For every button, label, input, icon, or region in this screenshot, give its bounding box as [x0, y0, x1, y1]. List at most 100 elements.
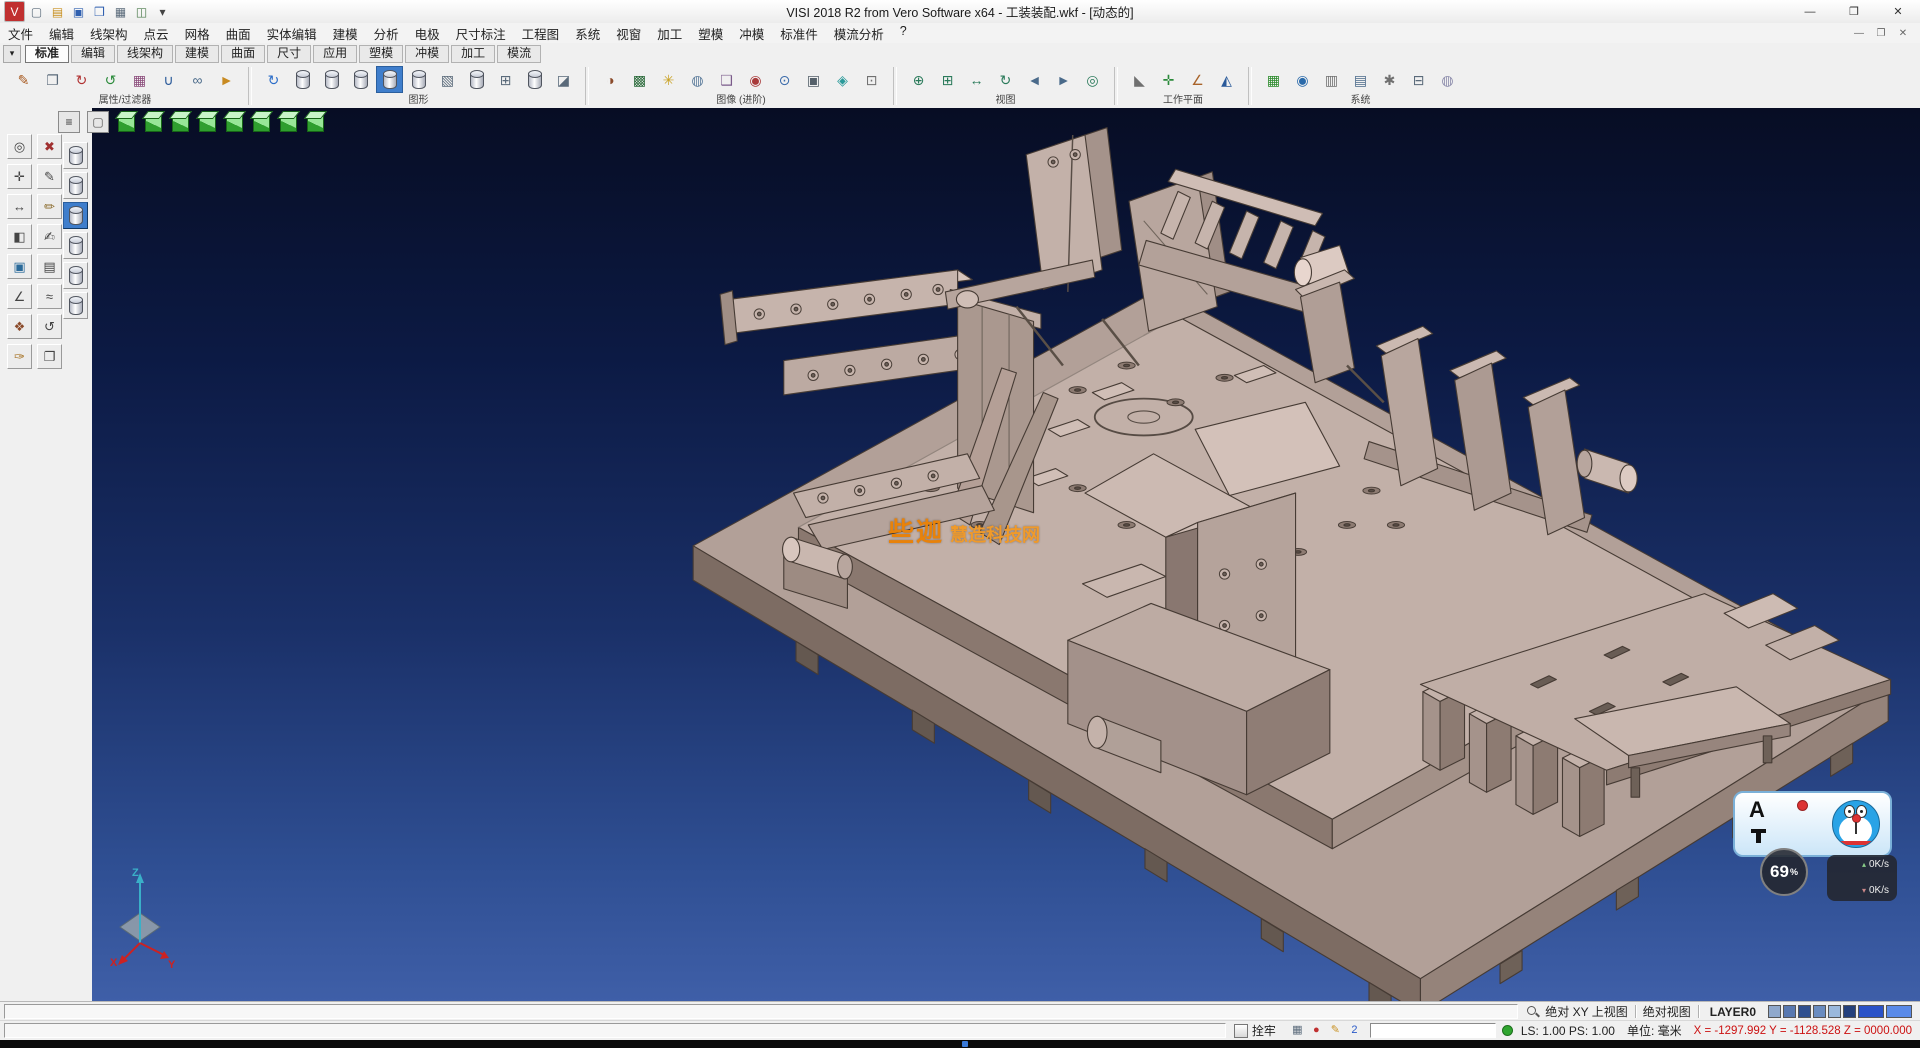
view-plane-label[interactable]: 绝对 XY 上视图	[1545, 1003, 1627, 1020]
color-swatch-6[interactable]	[1843, 1005, 1856, 1018]
menu-item-5[interactable]: 网格	[177, 22, 218, 45]
lighting-icon[interactable]: ✳	[655, 66, 682, 93]
mask-icon[interactable]: ▦	[126, 66, 153, 93]
rotate-view-icon[interactable]: ↻	[992, 66, 1019, 93]
active-layer-label[interactable]: LAYER0	[1710, 1005, 1756, 1019]
viewport-canvas[interactable]: 些迦慧造科技网 Z X Y A	[92, 108, 1920, 1002]
menu-item-16[interactable]: 塑模	[690, 22, 731, 45]
tab-11[interactable]: 模流	[497, 45, 541, 63]
material-icon[interactable]: ◍	[684, 66, 711, 93]
tab-5[interactable]: 曲面	[221, 45, 265, 63]
color-swatch-4[interactable]	[1813, 1005, 1826, 1018]
tab-1[interactable]: 标准	[25, 45, 69, 63]
capture-icon[interactable]: ❐	[37, 344, 62, 369]
edit-pencil-icon[interactable]: ✎	[1327, 1022, 1344, 1039]
percent-badge[interactable]: 69%	[1760, 848, 1808, 896]
display-toggle-6-icon[interactable]	[63, 292, 88, 319]
menu-item-13[interactable]: 系统	[567, 22, 608, 45]
workplane-origin-icon[interactable]: ✛	[1155, 66, 1182, 93]
view-mode-label[interactable]: 绝对视图	[1643, 1003, 1691, 1020]
dynamic-view-icon[interactable]: ◎	[1079, 66, 1106, 93]
undo-icon[interactable]: ↺	[37, 314, 62, 339]
search-icon[interactable]	[1526, 1005, 1540, 1019]
layers-icon[interactable]: ▤	[1347, 66, 1374, 93]
menu-item-19[interactable]: 模流分析	[826, 22, 892, 45]
image-settings-icon[interactable]: ⊡	[858, 66, 885, 93]
tab-10[interactable]: 加工	[451, 45, 495, 63]
info-icon[interactable]: ◍	[1434, 66, 1461, 93]
snap-point-icon[interactable]: ✛	[7, 164, 32, 189]
iso-view-2-icon[interactable]	[143, 112, 163, 132]
tab-3[interactable]: 线架构	[117, 45, 173, 63]
translucency-icon[interactable]	[405, 66, 432, 93]
tab-6[interactable]: 尺寸	[267, 45, 311, 63]
color-swatch-5[interactable]	[1828, 1005, 1841, 1018]
texture-icon[interactable]: ▩	[626, 66, 653, 93]
iso-view-4-icon[interactable]	[278, 112, 298, 132]
zoom-all-icon[interactable]: ⊕	[905, 66, 932, 93]
tab-4[interactable]: 建模	[175, 45, 219, 63]
iso-view-1-icon[interactable]	[116, 112, 136, 132]
delete-icon[interactable]: ✖	[37, 134, 62, 159]
snapshot-icon[interactable]: ▣	[800, 66, 827, 93]
measure-icon[interactable]: ∠	[7, 284, 32, 309]
filter-remove-icon[interactable]: ↺	[97, 66, 124, 93]
calculator-icon[interactable]: ⊟	[1405, 66, 1432, 93]
alert-icon[interactable]: ●	[1308, 1022, 1325, 1039]
menu-item-14[interactable]: 视窗	[608, 22, 649, 45]
menu-item-10[interactable]: 电极	[407, 22, 448, 45]
attributes-icon[interactable]: ✎	[10, 66, 37, 93]
color-swatch-3[interactable]	[1798, 1005, 1811, 1018]
tab-2[interactable]: 编辑	[71, 45, 115, 63]
menu-item-6[interactable]: 曲面	[218, 22, 259, 45]
dynamic-hide-icon[interactable]	[376, 66, 403, 93]
zoom-window-icon[interactable]: ⊞	[934, 66, 961, 93]
iso-view-3-icon[interactable]	[251, 112, 271, 132]
pan-icon[interactable]: ↔	[963, 66, 990, 93]
app-logo-icon[interactable]: V	[4, 1, 25, 22]
tab-dropdown-icon[interactable]: ▾	[3, 45, 21, 63]
iso-view-5-icon[interactable]	[305, 112, 325, 132]
menu-item-12[interactable]: 工程图	[514, 22, 568, 45]
taskbar-app-icon[interactable]	[962, 1041, 968, 1047]
display-toggle-4-icon[interactable]	[63, 232, 88, 259]
menu-item-7[interactable]: 实体编辑	[259, 22, 325, 45]
wireframe-view-icon[interactable]	[318, 66, 345, 93]
display-toggle-1-icon[interactable]	[63, 142, 88, 169]
workplane-angle-icon[interactable]: ∠	[1184, 66, 1211, 93]
grid-icon[interactable]: ▦	[1260, 66, 1287, 93]
paint-icon[interactable]: ✑	[7, 344, 32, 369]
magnet-filter-icon[interactable]: ∪	[155, 66, 182, 93]
menu-item-15[interactable]: 加工	[649, 22, 690, 45]
workplane-standard-icon[interactable]: ◣	[1126, 66, 1153, 93]
background-icon[interactable]: ❑	[713, 66, 740, 93]
menu-item-18[interactable]: 标准件	[772, 22, 826, 45]
menu-item-9[interactable]: 分析	[366, 22, 407, 45]
grid-snap-icon[interactable]: ▦	[1289, 1022, 1306, 1039]
database-icon[interactable]: ▥	[1318, 66, 1345, 93]
edge-display-icon[interactable]: ◪	[550, 66, 577, 93]
save-all-icon[interactable]: ❒	[90, 2, 109, 21]
shaded-view-icon[interactable]	[289, 66, 316, 93]
focus-icon[interactable]: ⊙	[771, 66, 798, 93]
zoom-tool-icon[interactable]: ◎	[7, 134, 32, 159]
top-view-icon[interactable]	[170, 112, 190, 132]
bounding-box-icon[interactable]: ▧	[434, 66, 461, 93]
hidden-line-icon[interactable]	[347, 66, 374, 93]
section-view-icon[interactable]	[463, 66, 490, 93]
lock-label[interactable]: 拴牢	[1252, 1022, 1276, 1039]
color-swatch-2[interactable]	[1783, 1005, 1796, 1018]
display-toggle-3-icon[interactable]	[63, 202, 88, 229]
palette-icon[interactable]: ❖	[7, 314, 32, 339]
shadow-view-icon[interactable]	[521, 66, 548, 93]
layer-manager-icon[interactable]: ▤	[37, 254, 62, 279]
preview-icon[interactable]: ◫	[132, 2, 151, 21]
view-wireframe-icon[interactable]: ▢	[87, 111, 109, 133]
menu-item-1[interactable]: 文件	[0, 22, 41, 45]
copy-attributes-icon[interactable]: ❐	[39, 66, 66, 93]
status-input[interactable]	[1370, 1023, 1496, 1038]
menu-item-17[interactable]: 冲模	[731, 22, 772, 45]
display-toggle-5-icon[interactable]	[63, 262, 88, 289]
new-file-icon[interactable]: ▢	[27, 2, 46, 21]
quick-select-icon[interactable]: ►	[213, 66, 240, 93]
